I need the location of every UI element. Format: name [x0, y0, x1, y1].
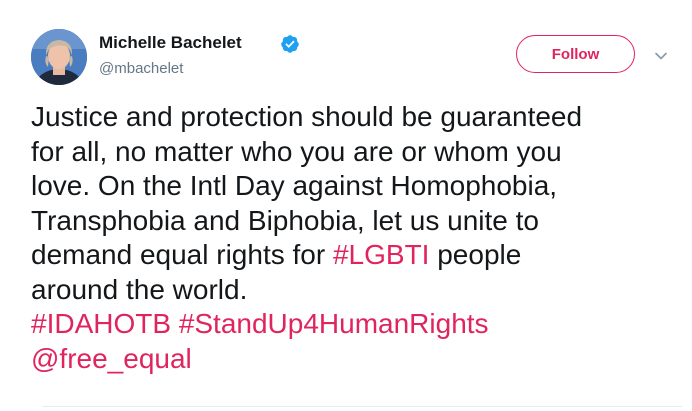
mention-line: @free_equal	[31, 342, 681, 377]
divider	[42, 406, 682, 407]
hashtags-line: #IDAHOTB #StandUp4HumanRights	[31, 307, 681, 342]
mention-link-free-equal[interactable]: @free_equal	[31, 343, 192, 374]
tweet-text-segment: people	[429, 239, 522, 270]
tweet-text-segment: demand equal rights for	[31, 239, 333, 270]
avatar-image	[31, 29, 87, 85]
avatar[interactable]	[31, 29, 87, 85]
tweet-text-line: demand equal rights for #LGBTI people	[31, 238, 681, 273]
hashtag-link-lgbti[interactable]: #LGBTI	[333, 239, 429, 270]
tweet-text-line: Justice and protection should be guarant…	[31, 101, 583, 132]
tweet-text-line: around the world.	[31, 273, 248, 305]
hashtag-link-standup4humanrights[interactable]: #StandUp4HumanRights	[179, 308, 489, 339]
tweet-text: Justice and protection should be guarant…	[31, 100, 681, 376]
tweet-card: Michelle Bachelet @mbachelet Follow Just…	[0, 0, 692, 411]
author-display-name[interactable]: Michelle Bachelet	[99, 33, 242, 53]
tweet-text-line: for all, no matter who you are or whom y…	[31, 135, 562, 167]
hashtag-link-idahotb[interactable]: #IDAHOTB	[31, 308, 171, 339]
follow-button[interactable]: Follow	[516, 35, 635, 73]
tweet-text-line: love. On the Intl Day against Homophobia…	[31, 170, 558, 201]
author-handle[interactable]: @mbachelet	[99, 60, 183, 77]
chevron-down-icon[interactable]	[653, 48, 669, 64]
verified-badge-icon	[281, 35, 299, 53]
tweet-text-line: Transphobia and Biphobia, let us unite t…	[31, 204, 539, 236]
